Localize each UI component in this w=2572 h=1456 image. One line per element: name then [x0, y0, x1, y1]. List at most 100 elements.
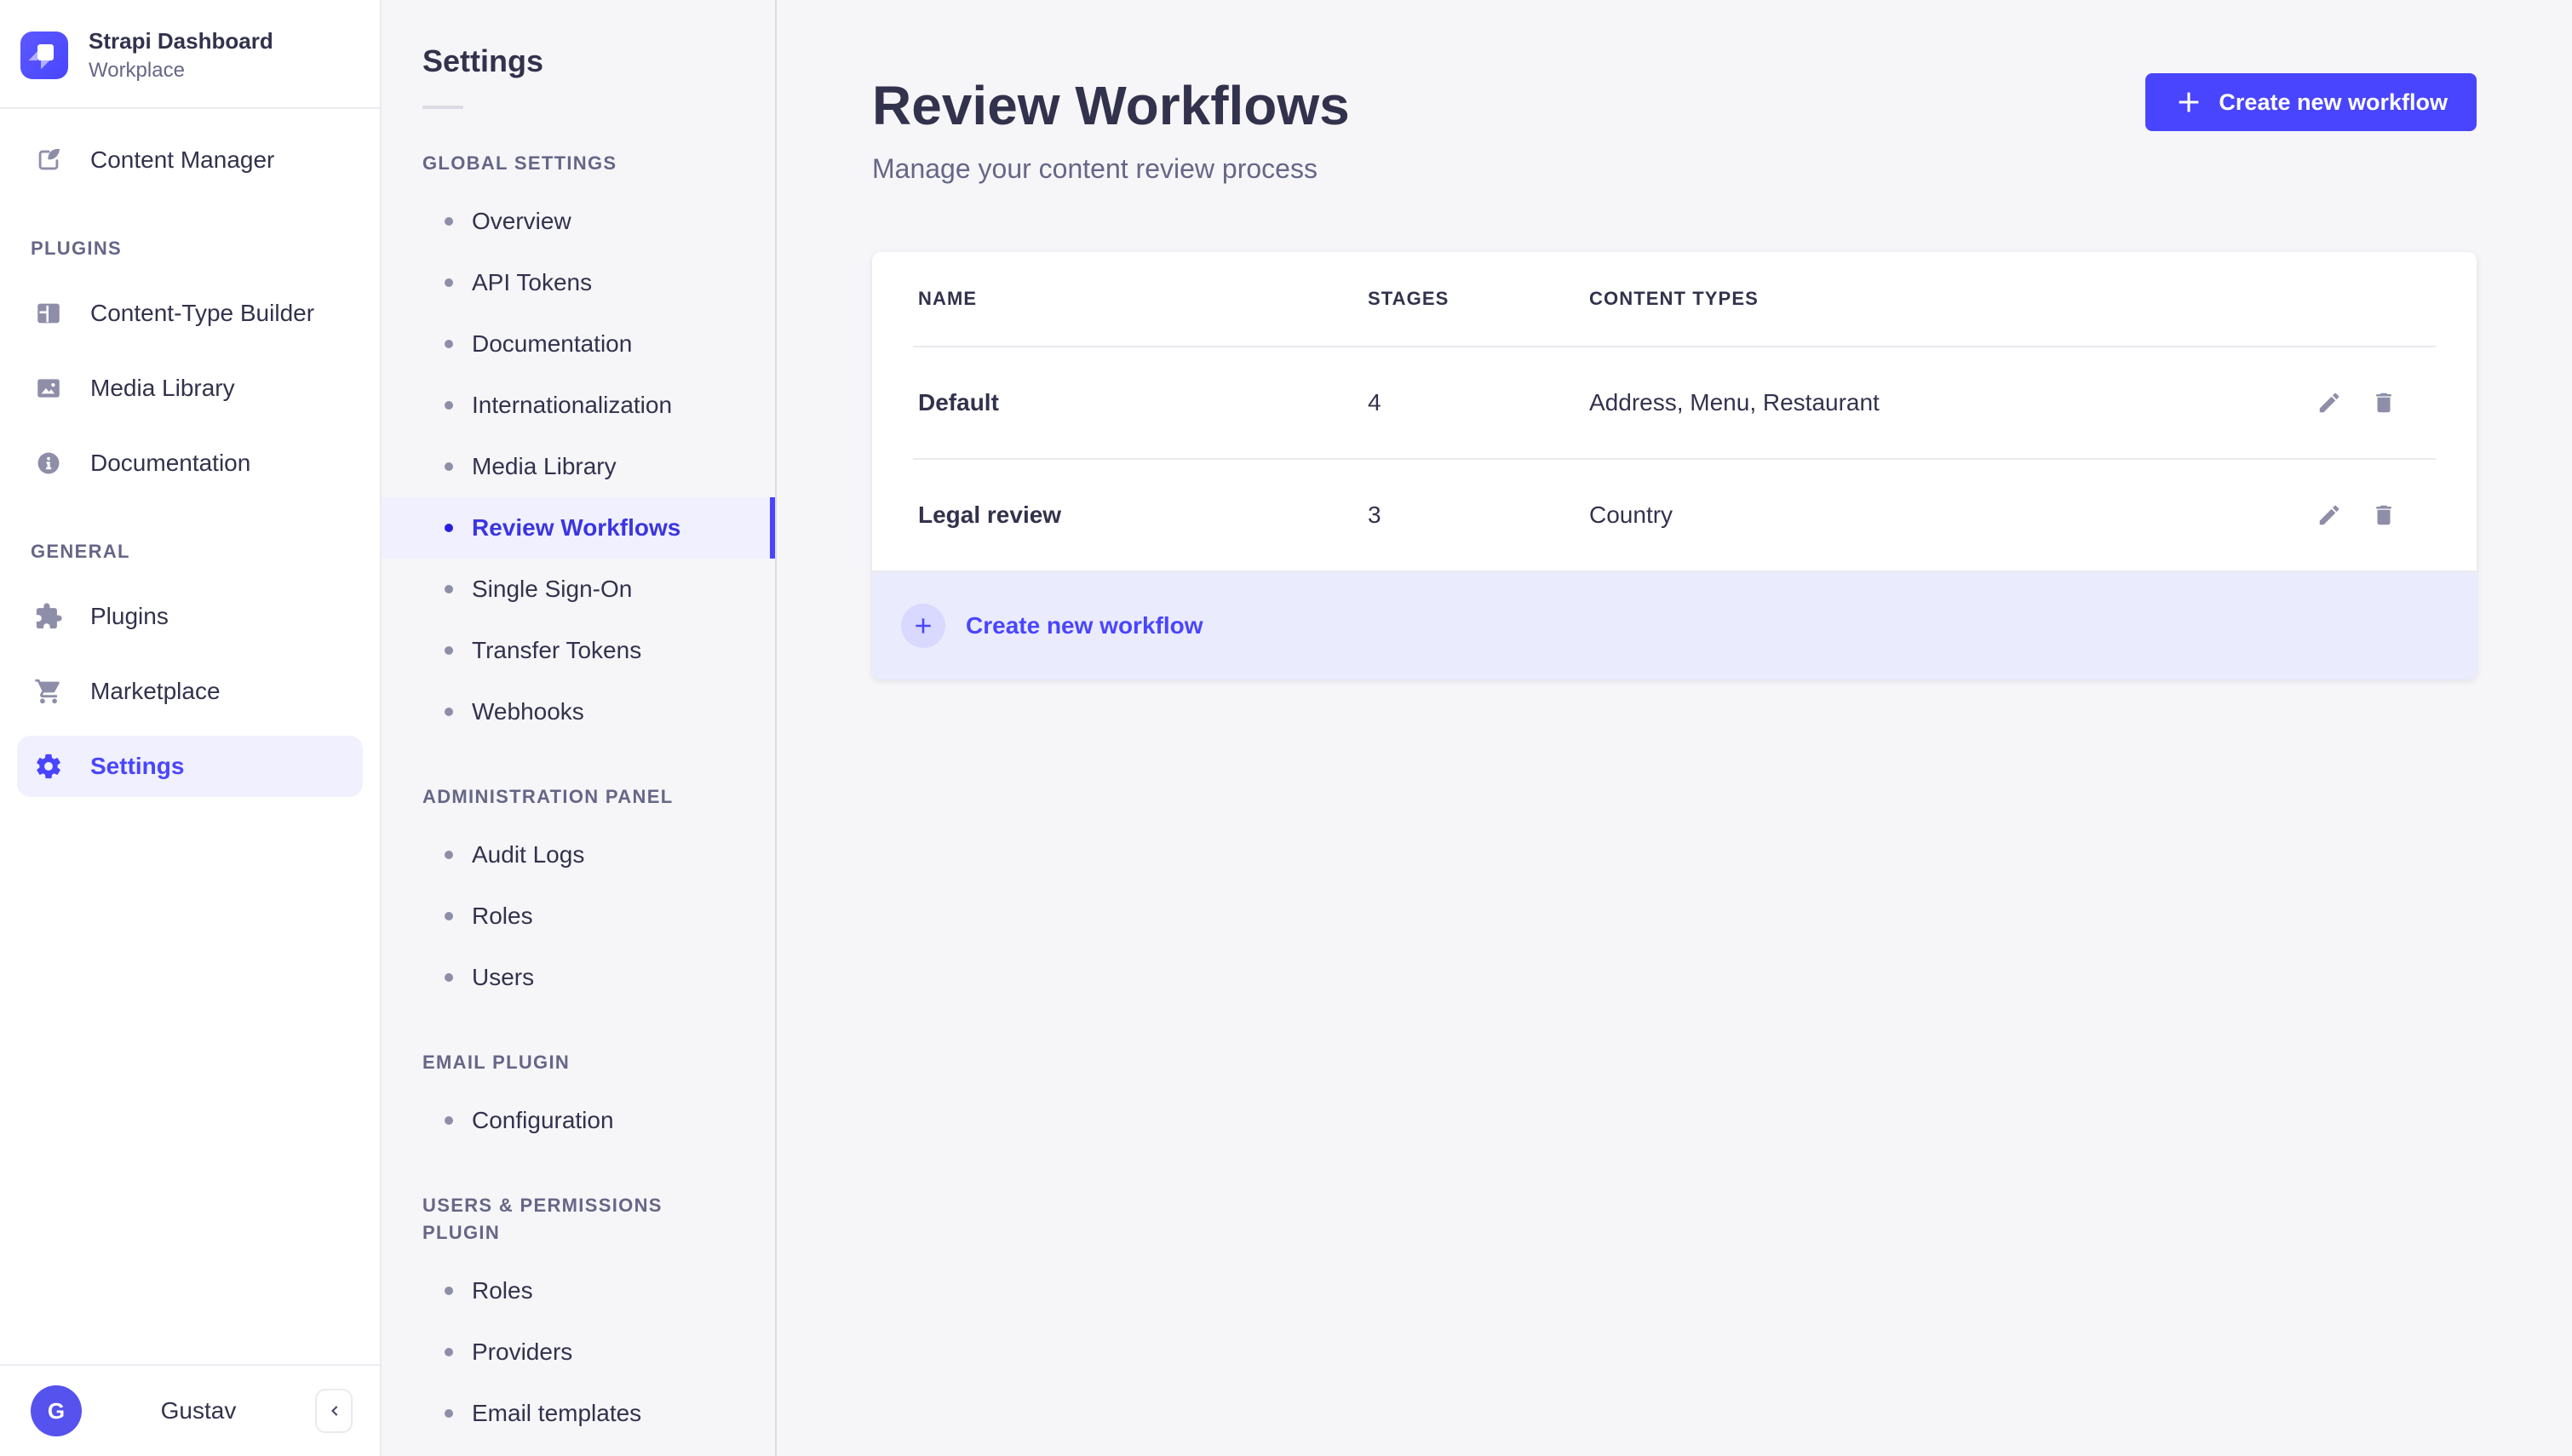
plus-icon: [2174, 88, 2203, 117]
sidebar-item-documentation[interactable]: Documentation: [0, 426, 380, 501]
plus-circle-icon: [901, 604, 945, 648]
create-button-label: Create new workflow: [2219, 89, 2448, 115]
edit-workflow-button[interactable]: [2317, 502, 2342, 528]
subnav-item-label: Review Workflows: [472, 514, 681, 541]
bullet-icon: [445, 851, 453, 859]
trash-icon: [2371, 502, 2397, 528]
cart-icon: [34, 677, 63, 706]
subnav-item-label: Email templates: [472, 1400, 642, 1426]
main-content: Review Workflows Manage your content rev…: [777, 0, 2572, 1456]
bullet-icon: [445, 462, 453, 471]
sidebar-user-row: G Gustav: [0, 1364, 380, 1456]
subnav-item-up-roles[interactable]: Roles: [382, 1260, 775, 1321]
bullet-icon: [445, 585, 453, 593]
sidebar-item-content-type-builder[interactable]: Content-Type Builder: [0, 276, 380, 351]
table-row-legal-review[interactable]: Legal review 3 Country: [872, 460, 2477, 570]
row-actions: [2317, 390, 2431, 416]
pencil-icon: [2317, 390, 2342, 416]
sidebar-item-content-manager[interactable]: Content Manager: [0, 123, 380, 198]
main-navigation: Content Manager PLUGINS Content-Type Bui…: [0, 109, 380, 797]
workspace-title: Strapi Dashboard: [89, 28, 273, 54]
sidebar-item-settings[interactable]: Settings: [17, 736, 363, 797]
workspace-brand[interactable]: Strapi Dashboard Workplace: [0, 0, 380, 107]
content-manager-icon: [34, 146, 63, 175]
subnav-item-email-templates[interactable]: Email templates: [382, 1383, 775, 1444]
subnav-item-webhooks[interactable]: Webhooks: [382, 681, 775, 742]
subnav-item-api-tokens[interactable]: API Tokens: [382, 252, 775, 313]
bullet-icon: [445, 401, 453, 410]
subnav-item-media-library[interactable]: Media Library: [382, 436, 775, 497]
delete-workflow-button[interactable]: [2371, 502, 2397, 528]
bullet-icon: [445, 708, 453, 716]
subnav-item-configuration[interactable]: Configuration: [382, 1090, 775, 1151]
collapse-sidebar-button[interactable]: [315, 1389, 353, 1433]
sidebar-item-plugins[interactable]: Plugins: [0, 579, 380, 654]
subnav-item-advanced-settings[interactable]: Advanced settings: [382, 1444, 775, 1456]
edit-workflow-button[interactable]: [2317, 390, 2342, 416]
table-footer-create-workflow[interactable]: Create new workflow: [872, 570, 2477, 679]
pencil-icon: [2317, 502, 2342, 528]
sidebar-item-label: Marketplace: [90, 678, 221, 704]
table-row-default[interactable]: Default 4 Address, Menu, Restaurant: [872, 347, 2477, 458]
subnav-item-review-workflows[interactable]: Review Workflows: [382, 497, 775, 559]
subnav-item-label: Documentation: [472, 330, 633, 357]
subnav-item-transfer-tokens[interactable]: Transfer Tokens: [382, 620, 775, 681]
bullet-icon: [445, 973, 453, 982]
subnav-item-roles[interactable]: Roles: [382, 886, 775, 947]
chevron-left-icon: [325, 1402, 342, 1419]
bullet-icon: [445, 1287, 453, 1295]
subnav-item-label: Providers: [472, 1338, 573, 1365]
subnav-item-internationalization[interactable]: Internationalization: [382, 375, 775, 436]
user-name: Gustav: [160, 1397, 237, 1424]
bullet-icon: [445, 524, 453, 532]
gear-icon: [34, 752, 63, 781]
workspace-subtitle: Workplace: [89, 59, 185, 82]
sidebar-item-media-library[interactable]: Media Library: [0, 351, 380, 426]
subnav-item-audit-logs[interactable]: Audit Logs: [382, 824, 775, 886]
main-sidebar: Strapi Dashboard Workplace Content Manag…: [0, 0, 382, 1456]
subnav-item-label: Configuration: [472, 1107, 614, 1133]
workflow-stages: 4: [1368, 389, 1381, 416]
media-library-icon: [34, 374, 63, 403]
subnav-section-users-permissions-plugin: USERS & PERMISSIONS PLUGIN: [422, 1195, 663, 1243]
avatar[interactable]: G: [31, 1385, 82, 1436]
create-new-workflow-button[interactable]: Create new workflow: [2145, 73, 2477, 131]
subnav-title-divider: [422, 106, 463, 109]
content-type-builder-icon: [34, 299, 63, 328]
page-title: Review Workflows: [872, 75, 1350, 136]
subnav-section-global-settings: GLOBAL SETTINGS: [422, 152, 617, 174]
subnav-item-providers[interactable]: Providers: [382, 1321, 775, 1383]
bullet-icon: [445, 1348, 453, 1356]
subnav-section-administration-panel: ADMINISTRATION PANEL: [422, 786, 674, 807]
subnav-item-overview[interactable]: Overview: [382, 191, 775, 252]
sidebar-item-marketplace[interactable]: Marketplace: [0, 654, 380, 729]
column-header-stages: STAGES: [1368, 288, 1450, 309]
bullet-icon: [445, 340, 453, 348]
subnav-section-email-plugin: EMAIL PLUGIN: [422, 1052, 571, 1073]
subnav-item-users[interactable]: Users: [382, 947, 775, 1008]
bullet-icon: [445, 278, 453, 287]
workflow-name: Default: [918, 389, 999, 416]
subnav-item-label: Overview: [472, 208, 571, 234]
bullet-icon: [445, 217, 453, 226]
subnav-item-label: Roles: [472, 1277, 533, 1304]
subnav-item-single-sign-on[interactable]: Single Sign-On: [382, 559, 775, 620]
workflow-stages: 3: [1368, 502, 1381, 528]
workflow-name: Legal review: [918, 502, 1062, 528]
strapi-admin-app: Strapi Dashboard Workplace Content Manag…: [0, 0, 2572, 1456]
sidebar-item-label: Plugins: [90, 603, 169, 629]
bullet-icon: [445, 1409, 453, 1418]
subnav-item-label: API Tokens: [472, 269, 593, 295]
sidebar-item-label: Settings: [90, 753, 185, 779]
column-header-name: NAME: [918, 288, 978, 309]
delete-workflow-button[interactable]: [2371, 390, 2397, 416]
subnav-item-label: Internationalization: [472, 392, 673, 418]
subnav-item-label: Single Sign-On: [472, 576, 633, 602]
row-actions: [2317, 502, 2431, 528]
subnav-item-documentation[interactable]: Documentation: [382, 313, 775, 375]
sidebar-section-plugins: PLUGINS: [31, 238, 123, 259]
subnav-item-label: Users: [472, 964, 535, 990]
footer-create-label: Create new workflow: [966, 612, 1203, 639]
sidebar-item-label: Documentation: [90, 450, 251, 476]
brand-text: Strapi Dashboard Workplace: [89, 27, 273, 83]
